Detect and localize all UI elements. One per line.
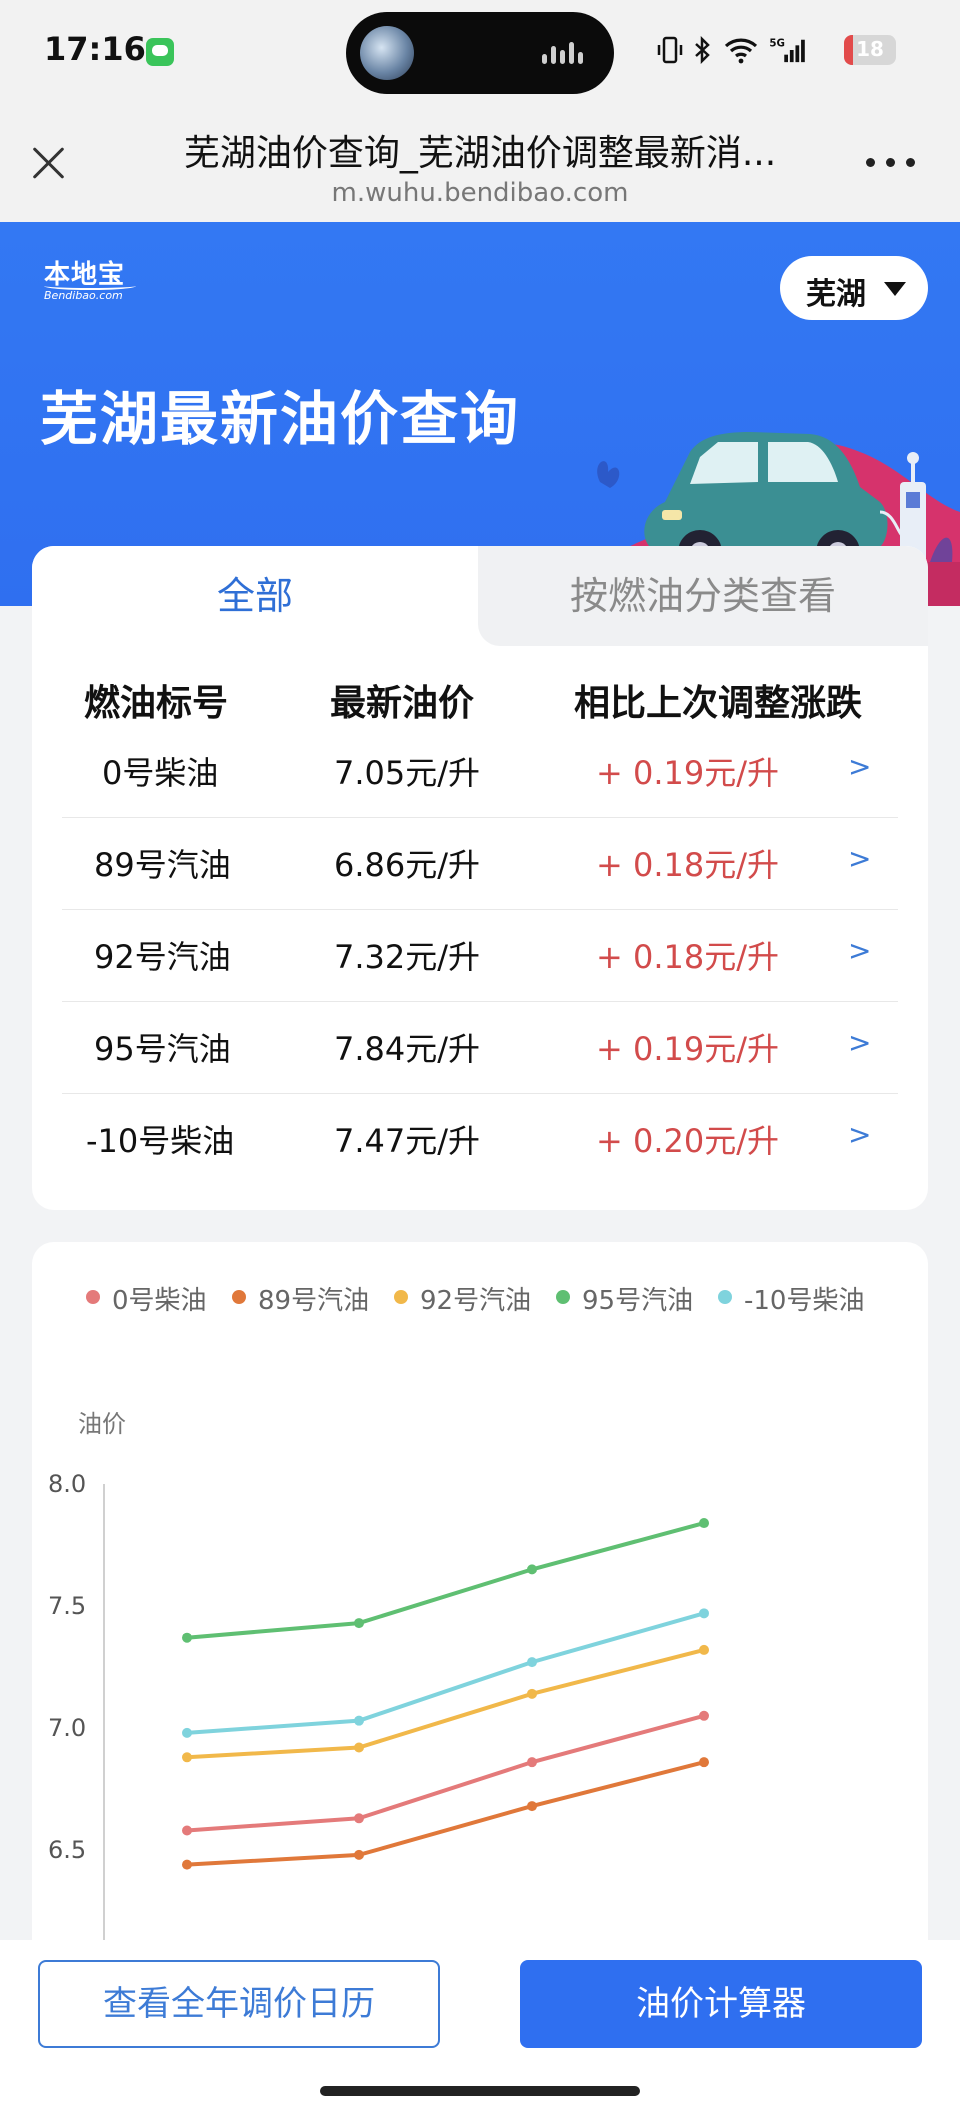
vibrate-icon: [657, 36, 683, 64]
fuel-price: 6.86元/升: [334, 846, 481, 884]
table-row[interactable]: 0号柴油 7.05元/升 + 0.19元/升 >: [62, 726, 898, 818]
chevron-right-icon[interactable]: >: [848, 750, 871, 783]
data-point[interactable]: [354, 1618, 364, 1629]
y-axis-label: 油价: [78, 1410, 126, 1438]
header-fuel-grade: 燃油标号: [84, 683, 229, 724]
price-change: + 0.19元/升: [596, 1030, 780, 1068]
data-point[interactable]: [527, 1801, 537, 1812]
data-point[interactable]: [182, 1727, 192, 1738]
fuel-grade: 92号汽油: [94, 938, 231, 976]
fuel-price: 7.32元/升: [334, 938, 481, 976]
table-row[interactable]: 89号汽油 6.86元/升 + 0.18元/升 >: [62, 818, 898, 910]
battery-percent: 18: [856, 37, 884, 61]
city-selector[interactable]: 芜湖: [780, 256, 928, 320]
fuel-calculator-button[interactable]: 油价计算器: [520, 1960, 922, 2048]
more-options-icon[interactable]: [866, 158, 916, 168]
data-point[interactable]: [527, 1757, 537, 1768]
data-point[interactable]: [699, 1608, 709, 1619]
system-icons: 5G 18: [656, 32, 896, 68]
data-point[interactable]: [182, 1825, 192, 1836]
wifi-icon: [724, 38, 758, 64]
close-icon[interactable]: [26, 140, 72, 186]
5g-signal-icon: 5G: [769, 37, 805, 63]
table-row[interactable]: 92号汽油 7.32元/升 + 0.18元/升 >: [62, 910, 898, 1002]
price-change: + 0.19元/升: [596, 754, 780, 792]
data-point[interactable]: [354, 1849, 364, 1860]
series-line: [186, 1647, 705, 1760]
page-title: 芜湖油价查询_芜湖油价调整最新消...: [183, 133, 777, 174]
header-latest-price: 最新油价: [330, 683, 475, 724]
data-point[interactable]: [699, 1757, 709, 1768]
y-tick-label: 8.0: [48, 1470, 86, 1498]
data-point[interactable]: [182, 1632, 192, 1643]
logo-subtext: Bendibao.com: [44, 289, 123, 302]
y-tick-label: 6.5: [48, 1836, 86, 1864]
price-change: + 0.20元/升: [596, 1122, 780, 1160]
page-url: m.wuhu.bendibao.com: [331, 178, 629, 208]
bluetooth-icon: [695, 36, 710, 64]
svg-text:5G: 5G: [769, 37, 785, 49]
chevron-right-icon[interactable]: >: [848, 1118, 871, 1151]
status-bar: 17:16 5G 18: [0, 0, 960, 100]
status-time: 17:16: [44, 30, 146, 68]
now-playing-avatar: [360, 26, 414, 80]
hero-title: 芜湖最新油价查询: [40, 385, 521, 453]
message-icon: [146, 38, 174, 66]
price-change: + 0.18元/升: [596, 938, 780, 976]
header-change: 相比上次调整涨跌: [574, 683, 863, 724]
data-point[interactable]: [527, 1657, 537, 1668]
data-point[interactable]: [182, 1859, 192, 1870]
fuel-price: 7.84元/升: [334, 1030, 481, 1068]
data-point[interactable]: [354, 1742, 364, 1753]
fuel-grade: 89号汽油: [94, 846, 231, 884]
browser-title-bar: 芜湖油价查询_芜湖油价调整最新消... m.wuhu.bendibao.com: [0, 100, 960, 222]
y-tick-label: 7.5: [48, 1592, 86, 1620]
price-line-chart: 油价 8.0 7.5 7.0 6.5: [48, 1410, 709, 1962]
table-row[interactable]: 95号汽油 7.84元/升 + 0.19元/升 >: [62, 1002, 898, 1094]
series-line: [186, 1760, 705, 1867]
price-change: + 0.18元/升: [596, 846, 780, 884]
chevron-right-icon[interactable]: >: [848, 934, 871, 967]
battery-icon: 18: [844, 35, 896, 65]
price-calendar-button[interactable]: 查看全年调价日历: [38, 1960, 440, 2048]
table-row[interactable]: -10号柴油 7.47元/升 + 0.20元/升 >: [62, 1094, 898, 1186]
data-point[interactable]: [699, 1644, 709, 1655]
fuel-price: 7.47元/升: [334, 1122, 481, 1160]
fuel-price: 7.05元/升: [334, 754, 481, 792]
chevron-right-icon[interactable]: >: [848, 842, 871, 875]
data-point[interactable]: [354, 1715, 364, 1726]
caret-down-icon: [884, 282, 906, 296]
series-line: [186, 1713, 705, 1833]
tab-all[interactable]: 全部: [32, 546, 478, 646]
data-point[interactable]: [527, 1688, 537, 1699]
tab-by-fuel-type[interactable]: 按燃油分类查看: [478, 546, 928, 646]
data-point[interactable]: [527, 1564, 537, 1575]
chevron-right-icon[interactable]: >: [848, 1026, 871, 1059]
series-line: [186, 1521, 705, 1640]
bendibao-logo[interactable]: 本地宝 Bendibao.com: [44, 254, 136, 302]
dynamic-island[interactable]: [346, 12, 614, 94]
y-tick-label: 7.0: [48, 1714, 86, 1742]
data-point[interactable]: [699, 1518, 709, 1529]
city-label: 芜湖: [806, 277, 866, 312]
fuel-grade: 95号汽油: [94, 1030, 231, 1068]
fuel-grade: -10号柴油: [86, 1122, 235, 1160]
price-table-card: 全部 按燃油分类查看 燃油标号 最新油价 相比上次调整涨跌 0号柴油 7.05元…: [32, 546, 928, 1210]
home-indicator[interactable]: [320, 2086, 640, 2096]
data-point[interactable]: [354, 1813, 364, 1824]
data-point[interactable]: [182, 1752, 192, 1763]
bottom-action-bar: 查看全年调价日历 油价计算器: [0, 1940, 960, 2112]
audio-wave-icon: [542, 42, 588, 64]
price-trend-chart-card: 0号柴油 89号汽油 92号汽油 95号汽油 -10号柴油 油价 8.0 7.5 7…: [32, 1242, 928, 1962]
data-point[interactable]: [699, 1710, 709, 1721]
fuel-grade: 0号柴油: [102, 754, 219, 792]
